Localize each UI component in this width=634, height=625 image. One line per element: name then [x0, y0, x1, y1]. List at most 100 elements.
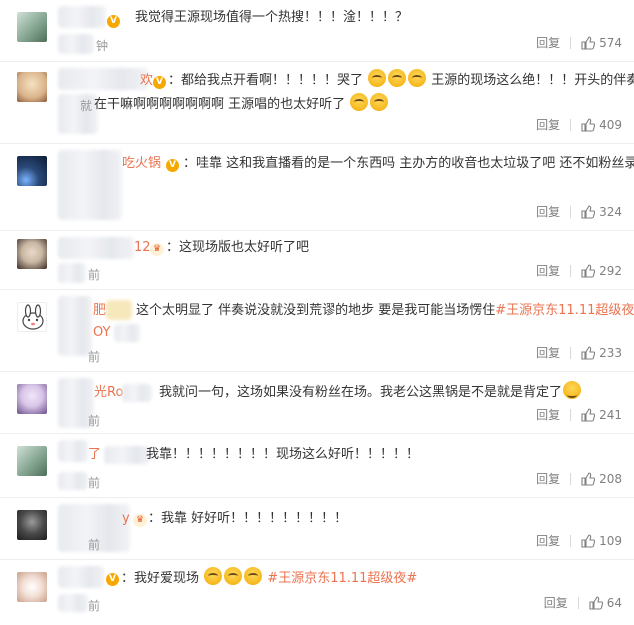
avatar[interactable]: [17, 156, 47, 186]
nickname-tail[interactable]: 欢: [140, 69, 153, 93]
thumbs-up-icon: [581, 204, 596, 219]
thumbs-up-icon: [581, 533, 596, 548]
avatar[interactable]: [17, 384, 47, 414]
comment-actions: 回复 292: [536, 262, 622, 279]
like-count: 292: [599, 263, 622, 278]
like-count: 409: [599, 117, 622, 132]
reply-button[interactable]: 回复: [536, 34, 560, 51]
comment-actions: 回复 64: [544, 594, 622, 611]
reply-button[interactable]: 回复: [536, 262, 560, 279]
thumbs-up-icon: [581, 345, 596, 360]
like-button[interactable]: 233: [581, 346, 622, 360]
avatar[interactable]: [17, 446, 47, 476]
like-button[interactable]: 292: [581, 264, 622, 278]
avatar[interactable]: [17, 510, 47, 540]
cry-emoji-icon: [368, 69, 387, 87]
badge-blur: [104, 446, 150, 464]
crown-badge-icon: ♛: [150, 243, 164, 256]
reply-button[interactable]: 回复: [536, 532, 560, 549]
like-button[interactable]: 409: [581, 118, 622, 132]
comment-actions: 回复 208: [536, 470, 622, 487]
reply-button[interactable]: 回复: [536, 470, 560, 487]
comment-actions: 回复 109: [536, 532, 622, 549]
divider: [570, 534, 572, 547]
comment-time: 前: [88, 599, 101, 613]
avatar[interactable]: [17, 12, 47, 42]
badge-blur: [106, 300, 132, 320]
comment-actions: 回复 233: [536, 344, 622, 361]
like-button[interactable]: 241: [581, 408, 622, 422]
avatar[interactable]: [17, 72, 47, 102]
reply-button[interactable]: 回复: [536, 344, 560, 361]
comment-item: 光Ro 我就问一句，这场如果没有粉丝在场。我老公这黑锅是不是就是背定了 前 回复…: [0, 372, 634, 434]
like-count: 109: [599, 533, 622, 548]
reply-button[interactable]: 回复: [536, 203, 560, 220]
vip-badge-icon: V: [106, 573, 119, 586]
hashtag-link[interactable]: #王源京东11.11超级夜#: [495, 303, 634, 318]
reply-button[interactable]: 回复: [536, 116, 560, 133]
nickname-tail[interactable]: 吃火锅: [122, 152, 161, 176]
shocked-emoji-icon: [244, 567, 263, 585]
thumbs-up-icon: [581, 35, 596, 50]
time-blur: [58, 34, 94, 54]
thumbs-up-icon: [589, 595, 603, 610]
comment-time: 前: [88, 414, 101, 428]
cry-emoji-icon: [388, 69, 407, 87]
like-button[interactable]: 574: [581, 36, 622, 50]
like-button[interactable]: 324: [581, 205, 622, 219]
nickname-tail[interactable]: 光Ro: [94, 381, 123, 405]
nickname-blur: [58, 296, 92, 356]
time-blur: [58, 472, 88, 490]
hashtag-link[interactable]: #王源京东11.11超级夜#: [267, 571, 417, 586]
thumbs-up-icon: [581, 117, 596, 132]
divider: [570, 36, 572, 49]
rabbit-avatar-icon: [22, 304, 44, 330]
comment-actions: 回复 574: [536, 34, 622, 51]
divider: [570, 472, 572, 485]
like-count: 241: [599, 407, 622, 422]
divider: [570, 346, 572, 359]
comment-time: 前: [88, 476, 101, 490]
like-count: 64: [606, 595, 622, 610]
divider: [570, 264, 572, 277]
divider: [577, 596, 579, 609]
thumbs-up-icon: [581, 263, 596, 278]
cry-emoji-icon: [350, 93, 369, 111]
nickname-blur: [58, 6, 106, 28]
comment-item: y ♛ ：我靠 好好听！！！！！！！！！ 前 回复 109: [0, 498, 634, 560]
nickname-tail[interactable]: 12: [134, 236, 151, 260]
vip-badge-icon: V: [107, 15, 120, 28]
reply-button[interactable]: 回复: [544, 594, 568, 611]
comment-time: 钟: [96, 39, 109, 53]
avatar[interactable]: [17, 572, 47, 602]
comment-actions: 回复 241: [536, 406, 622, 423]
nickname-tail[interactable]: 肥: [93, 299, 106, 323]
divider: [570, 118, 572, 131]
like-button[interactable]: 208: [581, 472, 622, 486]
comment-item: 欢 V ：都给我点开看啊！！！！！哭了 王源的现场这么绝！！！开头的伴奏真的 就…: [0, 62, 634, 144]
comment-time: 前: [88, 350, 101, 364]
time-blur: [58, 594, 88, 612]
nickname-blur: [58, 68, 148, 90]
nickname-blur: [58, 237, 134, 259]
comment-time: 前: [88, 538, 101, 552]
like-button[interactable]: 109: [581, 534, 622, 548]
like-button[interactable]: 64: [589, 596, 622, 610]
comment-text: ：这现场版也太好听了吧: [166, 240, 310, 255]
nickname-blur: [58, 566, 104, 588]
like-count: 233: [599, 345, 622, 360]
reply-button[interactable]: 回复: [536, 406, 560, 423]
avatar[interactable]: [17, 302, 47, 332]
comment-time: 就: [80, 99, 93, 113]
comment-text: ：我好爱现场 #王源京东11.11超级夜#: [121, 567, 417, 591]
nickname-tail[interactable]: 了: [88, 443, 101, 467]
avatar[interactable]: [17, 239, 47, 269]
like-count: 574: [599, 35, 622, 50]
divider: [570, 205, 572, 218]
comment-text: ：我靠 好好听！！！！！！！！！: [148, 511, 348, 526]
comment-text: 这个太明显了 伴奏说没就没到荒谬的地步 要是我可能当场愣住#王源京东11.11超…: [136, 299, 634, 323]
nickname-tail[interactable]: y: [122, 507, 130, 531]
nickname-line2[interactable]: OY: [93, 321, 110, 345]
comment-text: 我觉得王源现场值得一个热搜！！！淦！！！？: [135, 10, 409, 25]
comment-item: 12 ♛ ：这现场版也太好听了吧 前 回复 292: [0, 231, 634, 290]
